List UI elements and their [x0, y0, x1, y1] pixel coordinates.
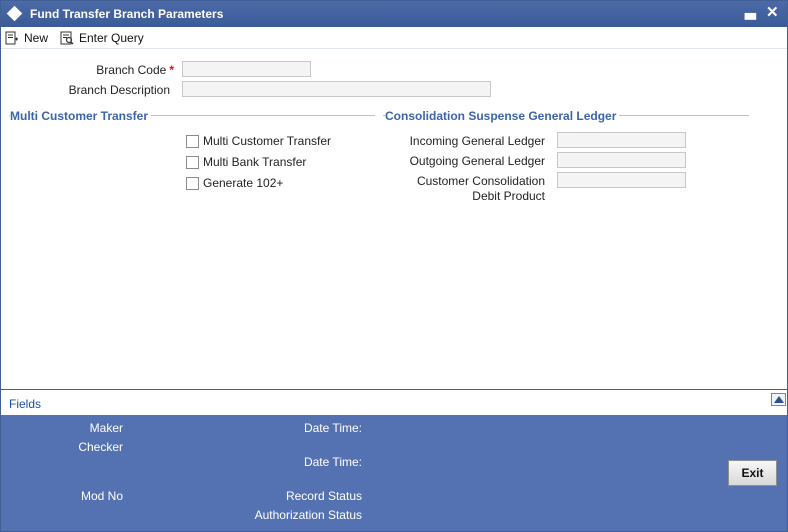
branch-code-label-text: Branch Code — [96, 63, 167, 77]
exit-button[interactable]: Exit — [728, 460, 777, 486]
generate-102-checkbox-label: Generate 102+ — [203, 176, 284, 190]
multi-bank-transfer-checkbox-label: Multi Bank Transfer — [203, 155, 307, 169]
toolbar: New Enter Query — [1, 27, 787, 49]
multi-bank-transfer-checkbox[interactable] — [186, 155, 199, 169]
enter-query-label: Enter Query — [79, 30, 144, 45]
enter-query-icon — [60, 31, 74, 44]
multi-customer-transfer-checkbox[interactable] — [186, 134, 199, 148]
customer-consolidation-debit-product-label: Customer Consolidation Debit Product — [381, 174, 545, 204]
multi-customer-transfer-section-title: Multi Customer Transfer — [10, 109, 152, 123]
outgoing-gl-input[interactable] — [557, 152, 686, 168]
incoming-gl-input[interactable] — [557, 132, 686, 148]
chevron-up-icon[interactable] — [771, 393, 786, 406]
mod-no-label: Mod No — [80, 489, 123, 503]
required-mark: * — [169, 63, 174, 77]
new-label: New — [24, 30, 49, 45]
customer-consolidation-label-line2: Debit Product — [472, 189, 545, 203]
enter-query-button[interactable]: Enter Query — [60, 29, 144, 46]
audit-footer: Maker Checker Date Time: Date Time: Mod … — [1, 415, 787, 531]
fund-transfer-branch-parameters-window: Fund Transfer Branch Parameters ▃ ✕ New … — [0, 0, 788, 532]
incoming-gl-label: Incoming General Ledger — [409, 134, 545, 148]
generate-102-checkbox[interactable] — [186, 176, 199, 190]
close-icon[interactable]: ✕ — [766, 3, 779, 21]
branch-description-label: Branch Description — [68, 83, 170, 97]
checker-date-time-label: Date Time: — [303, 455, 362, 469]
branch-code-label: Branch Code * — [21, 63, 174, 77]
maker-date-time-label: Date Time: — [303, 421, 362, 435]
checker-label: Checker — [78, 440, 123, 454]
multi-bank-transfer-checkbox-row[interactable]: Multi Bank Transfer — [186, 155, 306, 169]
branch-description-input[interactable] — [182, 81, 491, 97]
outgoing-gl-label: Outgoing General Ledger — [409, 154, 545, 168]
consolidation-suspense-gl-section-title: Consolidation Suspense General Ledger — [385, 109, 620, 123]
generate-102-checkbox-row[interactable]: Generate 102+ — [186, 176, 283, 190]
multi-customer-transfer-checkbox-label: Multi Customer Transfer — [203, 134, 332, 148]
fields-link[interactable]: Fields — [9, 397, 41, 411]
authorization-status-label: Authorization Status — [254, 508, 362, 522]
branch-code-input[interactable] — [182, 61, 311, 77]
customer-consolidation-label-line1: Customer Consolidation — [416, 174, 545, 188]
title-bar: Fund Transfer Branch Parameters ▃ ✕ — [1, 1, 787, 27]
window-title: Fund Transfer Branch Parameters — [30, 7, 224, 21]
multi-customer-transfer-checkbox-row[interactable]: Multi Customer Transfer — [186, 134, 331, 148]
fields-bar: Fields — [1, 389, 787, 415]
record-status-label: Record Status — [285, 489, 362, 503]
customer-consolidation-debit-product-input[interactable] — [557, 172, 686, 188]
new-button[interactable]: New — [5, 29, 48, 46]
diamond-icon — [6, 5, 23, 22]
maker-label: Maker — [89, 421, 123, 435]
minimize-icon[interactable]: ▃ — [745, 3, 756, 20]
new-document-icon — [5, 31, 18, 44]
